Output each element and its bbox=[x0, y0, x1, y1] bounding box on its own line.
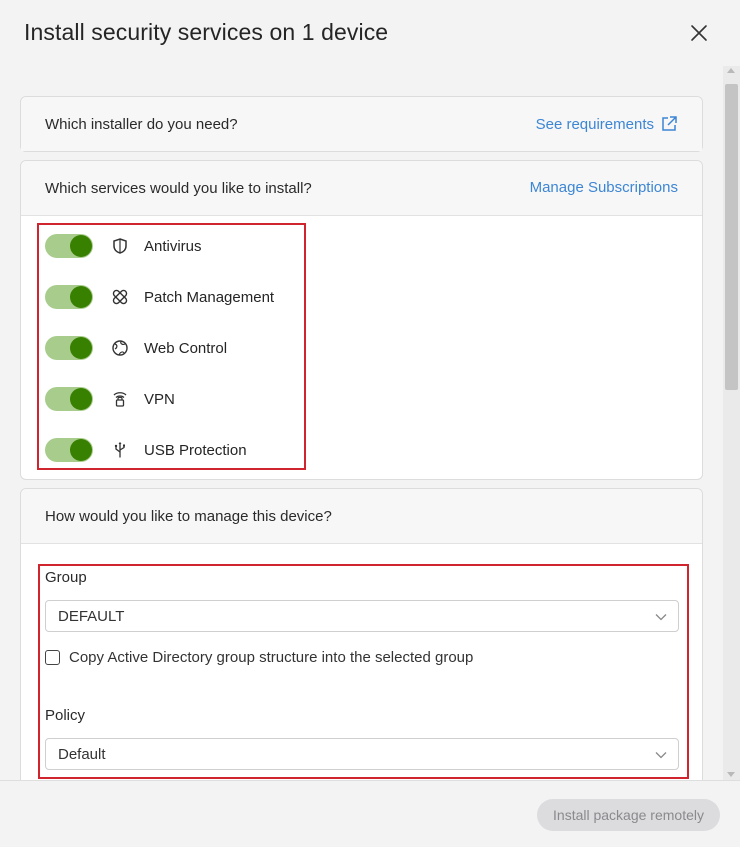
globe-icon bbox=[111, 339, 129, 357]
see-requirements-link[interactable]: See requirements bbox=[536, 115, 678, 133]
group-label: Group bbox=[45, 569, 87, 586]
shield-icon bbox=[111, 237, 129, 255]
installer-card: Which installer do you need? See require… bbox=[20, 96, 703, 152]
dialog-title: Install security services on 1 device bbox=[24, 19, 389, 45]
patch-management-toggle[interactable] bbox=[45, 285, 93, 309]
usb-icon bbox=[111, 441, 129, 459]
service-label: USB Protection bbox=[144, 441, 247, 459]
service-row-patch-management: Patch Management bbox=[45, 284, 274, 310]
wifi-lock-icon bbox=[111, 390, 129, 408]
chevron-down-icon bbox=[655, 752, 667, 759]
service-label: VPN bbox=[144, 390, 175, 408]
copy-ad-row: Copy Active Directory group structure in… bbox=[45, 649, 473, 666]
policy-select[interactable]: Default bbox=[45, 738, 679, 770]
toggle-knob bbox=[70, 286, 92, 308]
scroll-up-arrow[interactable] bbox=[727, 68, 735, 73]
dialog-header: Install security services on 1 device bbox=[0, 0, 740, 66]
dialog-body: Which installer do you need? See require… bbox=[0, 66, 740, 780]
bandage-icon bbox=[111, 288, 129, 306]
web-control-toggle[interactable] bbox=[45, 336, 93, 360]
toggle-knob bbox=[70, 235, 92, 257]
service-label: Patch Management bbox=[144, 288, 275, 306]
close-icon bbox=[691, 25, 707, 41]
group-select[interactable]: DEFAULT bbox=[45, 600, 679, 632]
policy-label: Policy bbox=[45, 707, 86, 724]
external-link-icon bbox=[662, 116, 677, 131]
service-row-usb-protection: USB Protection bbox=[45, 437, 247, 463]
scroll-thumb[interactable] bbox=[725, 84, 738, 390]
copy-ad-label: Copy Active Directory group structure in… bbox=[69, 649, 474, 666]
service-row-antivirus: Antivirus bbox=[45, 233, 202, 259]
scroll-down-arrow[interactable] bbox=[727, 772, 735, 777]
usb-protection-toggle[interactable] bbox=[45, 438, 93, 462]
policy-select-value: Default bbox=[58, 746, 106, 763]
group-select-value: DEFAULT bbox=[58, 608, 125, 625]
toggle-knob bbox=[70, 388, 92, 410]
dialog-footer: Install package remotely bbox=[0, 780, 740, 847]
chevron-down-icon bbox=[655, 614, 667, 621]
see-requirements-label: See requirements bbox=[535, 115, 654, 133]
vertical-scrollbar[interactable] bbox=[723, 66, 740, 780]
management-question: How would you like to manage this device… bbox=[45, 508, 332, 525]
services-card: Which services would you like to install… bbox=[20, 160, 703, 480]
management-card: How would you like to manage this device… bbox=[20, 488, 703, 780]
installer-question: Which installer do you need? bbox=[45, 116, 238, 133]
manage-subscriptions-link[interactable]: Manage Subscriptions bbox=[530, 179, 678, 196]
toggle-knob bbox=[70, 337, 92, 359]
services-question: Which services would you like to install… bbox=[45, 180, 312, 197]
copy-ad-checkbox[interactable] bbox=[45, 650, 60, 665]
service-label: Antivirus bbox=[144, 237, 202, 255]
service-label: Web Control bbox=[144, 339, 228, 357]
service-row-vpn: VPN bbox=[45, 386, 175, 412]
install-package-button[interactable]: Install package remotely bbox=[537, 799, 720, 831]
antivirus-toggle[interactable] bbox=[45, 234, 93, 258]
service-row-web-control: Web Control bbox=[45, 335, 227, 361]
vpn-toggle[interactable] bbox=[45, 387, 93, 411]
close-button[interactable] bbox=[686, 20, 712, 46]
toggle-knob bbox=[70, 439, 92, 461]
